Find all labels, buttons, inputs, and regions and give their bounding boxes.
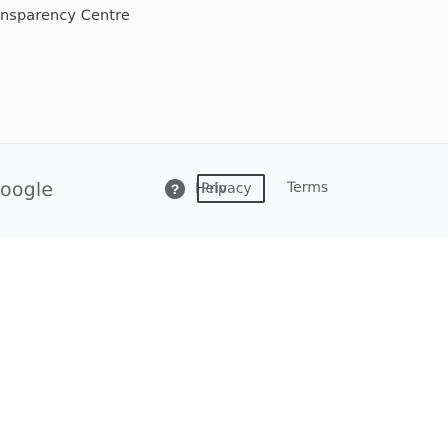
header-band: nsparency Centre	[0, 0, 448, 144]
page: nsparency Centre oogle ? Help Privacy Te…	[0, 0, 448, 448]
terms-link[interactable]: Terms	[287, 180, 328, 196]
google-logo[interactable]: oogle	[0, 179, 53, 201]
page-title: nsparency Centre	[0, 8, 130, 24]
footer-row: oogle ? Help Privacy Terms	[0, 173, 448, 205]
help-circle-icon: ?	[165, 179, 185, 199]
privacy-link[interactable]: Privacy	[197, 174, 265, 203]
